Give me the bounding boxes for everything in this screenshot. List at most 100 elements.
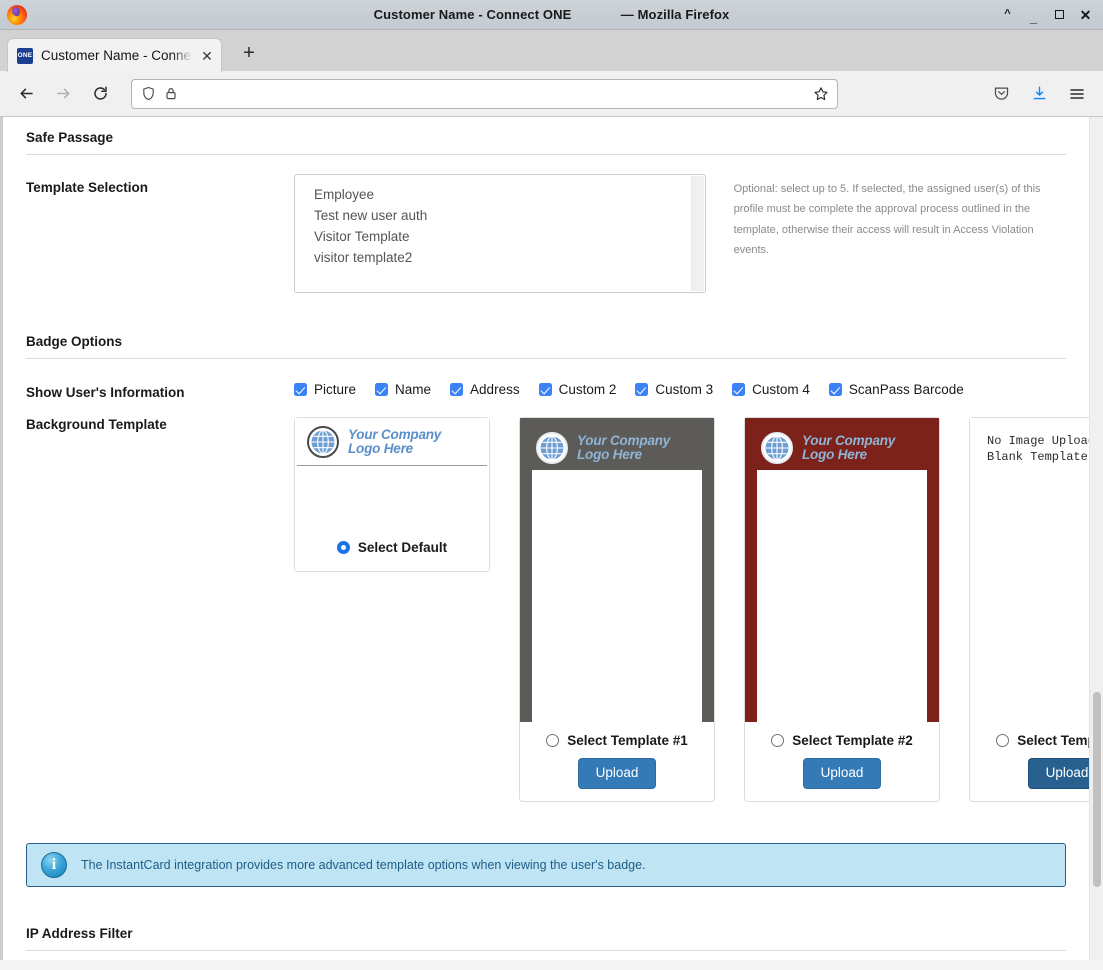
radio-unselected-icon [546,734,560,747]
template-card-1[interactable]: Your Company Logo Here Select Template #… [519,417,715,802]
upload-button-template-1[interactable]: Upload [577,758,657,789]
navigation-toolbar [0,71,1103,117]
browser-window: Customer Name - Connect ONE — Mozilla Fi… [0,0,1103,970]
template-card-3[interactable]: No Image Uploaded... Blank Template Sele… [969,417,1089,802]
list-item[interactable]: Test new user auth [314,205,705,226]
logo-line-1: Your Company [577,433,671,448]
radio-select-template-2[interactable]: Select Template #2 [771,733,913,748]
checkbox-custom-4[interactable]: Custom 4 [732,382,810,397]
list-item[interactable]: visitor template2 [314,247,705,268]
radio-select-template-1[interactable]: Select Template #1 [546,733,688,748]
template-body-area [757,470,927,722]
info-icon: i [41,851,67,878]
section-heading-badge-options: Badge Options [26,321,1066,359]
checkbox-checked-icon [538,383,552,396]
window-title: Customer Name - Connect ONE — Mozilla Fi… [0,7,1103,22]
tab-title: Customer Name - Connect ONE [41,48,193,63]
instantcard-info-text: The InstantCard integration provides mor… [81,857,646,872]
window-title-app: — Mozilla Firefox [620,7,730,22]
template-selection-label: Template Selection [26,180,149,195]
template-card-2[interactable]: Your Company Logo Here Select Template #… [744,417,940,802]
reload-icon[interactable] [83,78,117,110]
instantcard-info-alert: i The InstantCard integration provides m… [26,842,1066,887]
page-scrollbar[interactable] [1089,117,1103,960]
downloads-icon[interactable] [1022,78,1056,110]
window-shade-button[interactable]: ^ [1001,8,1014,21]
pocket-icon[interactable] [984,78,1018,110]
checkbox-name[interactable]: Name [375,382,431,397]
list-item[interactable]: Employee [314,184,705,205]
logo-line-2: Logo Here [348,440,413,456]
section-heading-safe-passage: Safe Passage [26,117,1066,155]
checkbox-address[interactable]: Address [450,382,520,397]
checkbox-picture[interactable]: Picture [294,382,356,397]
list-item[interactable]: Visitor Template [314,226,705,247]
checkbox-label: ScanPass Barcode [848,382,964,397]
checkbox-label: Picture [314,382,357,397]
new-tab-button[interactable]: + [238,43,260,63]
checkbox-custom-3[interactable]: Custom 3 [635,382,713,397]
template-selection-listbox[interactable]: Employee Test new user auth Visitor Temp… [294,174,706,293]
template-preview-3: No Image Uploaded... Blank Template [970,418,1089,722]
upload-button-template-2[interactable]: Upload [802,758,882,789]
toolbar-right-actions [984,78,1094,110]
template-card-footer-1: Select Template #1 Upload [520,722,714,801]
template-logo-text: Your Company Logo Here [802,434,895,462]
radio-label: Select Template #2 [792,733,913,748]
radio-select-template-3[interactable]: Select Template #3 [996,733,1089,748]
radio-select-default[interactable]: Select Default [336,540,447,555]
url-bar[interactable] [131,78,838,109]
browser-tab[interactable]: ONE Customer Name - Connect ONE ✕ [7,38,222,72]
template-artwork-default: Your Company Logo Here [295,418,489,528]
listbox-scrollbar[interactable] [690,176,704,291]
checkbox-checked-icon [828,383,842,396]
window-minimize-button[interactable]: _ [1027,11,1040,24]
page-scrollbar-thumb[interactable] [1093,692,1101,887]
checkbox-checked-icon [375,383,389,396]
template-logo-header: Your Company Logo Here [526,424,708,472]
star-icon[interactable] [813,86,829,102]
template-logo-text: Your Company Logo Here [577,434,670,462]
radio-unselected-icon [996,734,1010,747]
checkbox-label: Custom 4 [752,382,810,397]
template-preview-default: Your Company Logo Here [295,418,489,528]
tab-favicon-icon: ONE [17,47,33,64]
window-close-button[interactable]: ✕ [1079,8,1092,22]
template-logo-header: Your Company Logo Here [297,418,487,466]
page-content: Safe Passage Template Selection Employee… [0,117,1089,960]
forward-arrow-icon[interactable] [46,78,80,110]
template-selection-row: Template Selection Employee Test new use… [26,174,1066,293]
url-input[interactable] [186,85,813,102]
window-bottom-edge [0,960,1103,970]
template-body-area [532,470,702,722]
logo-line-1: Your Company [348,426,442,442]
radio-unselected-icon [771,734,785,747]
background-template-cards: Your Company Logo Here Select Default Yo… [294,417,1089,802]
section-heading-ip-address-filter: IP Address Filter [26,913,1066,951]
upload-button-template-3[interactable]: Upload [1027,758,1089,789]
no-image-uploaded-text: No Image Uploaded... Blank Template [987,434,1089,464]
tab-close-icon[interactable]: ✕ [199,49,215,63]
background-template-label: Background Template [26,417,167,432]
back-arrow-icon[interactable] [9,78,43,110]
template-card-default[interactable]: Your Company Logo Here Select Default [294,417,490,572]
hamburger-menu-icon[interactable] [1060,78,1094,110]
template-logo-header: Your Company Logo Here [751,424,933,472]
template-card-footer-3: Select Template #3 Upload [970,722,1089,801]
window-titlebar: Customer Name - Connect ONE — Mozilla Fi… [0,0,1103,30]
checkbox-label: Address [470,382,520,397]
checkbox-custom-2[interactable]: Custom 2 [538,382,616,397]
window-title-page: Customer Name - Connect ONE [373,7,572,22]
show-user-information-label: Show User's Information [26,385,185,400]
template-artwork-gray: Your Company Logo Here [520,418,714,722]
radio-selected-icon [336,541,350,554]
window-maximize-button[interactable] [1053,8,1066,21]
checkbox-checked-icon [635,383,649,396]
template-artwork-blank: No Image Uploaded... Blank Template [970,418,1089,722]
lock-icon[interactable] [164,86,178,101]
radio-label: Select Template #3 [1017,733,1089,748]
checkbox-scanpass-barcode[interactable]: ScanPass Barcode [828,382,964,397]
shield-icon[interactable] [141,86,156,101]
show-user-information-checkboxes: Picture Name Address Custom 2 Custom 3 C… [294,379,983,397]
checkbox-checked-icon [732,383,746,396]
